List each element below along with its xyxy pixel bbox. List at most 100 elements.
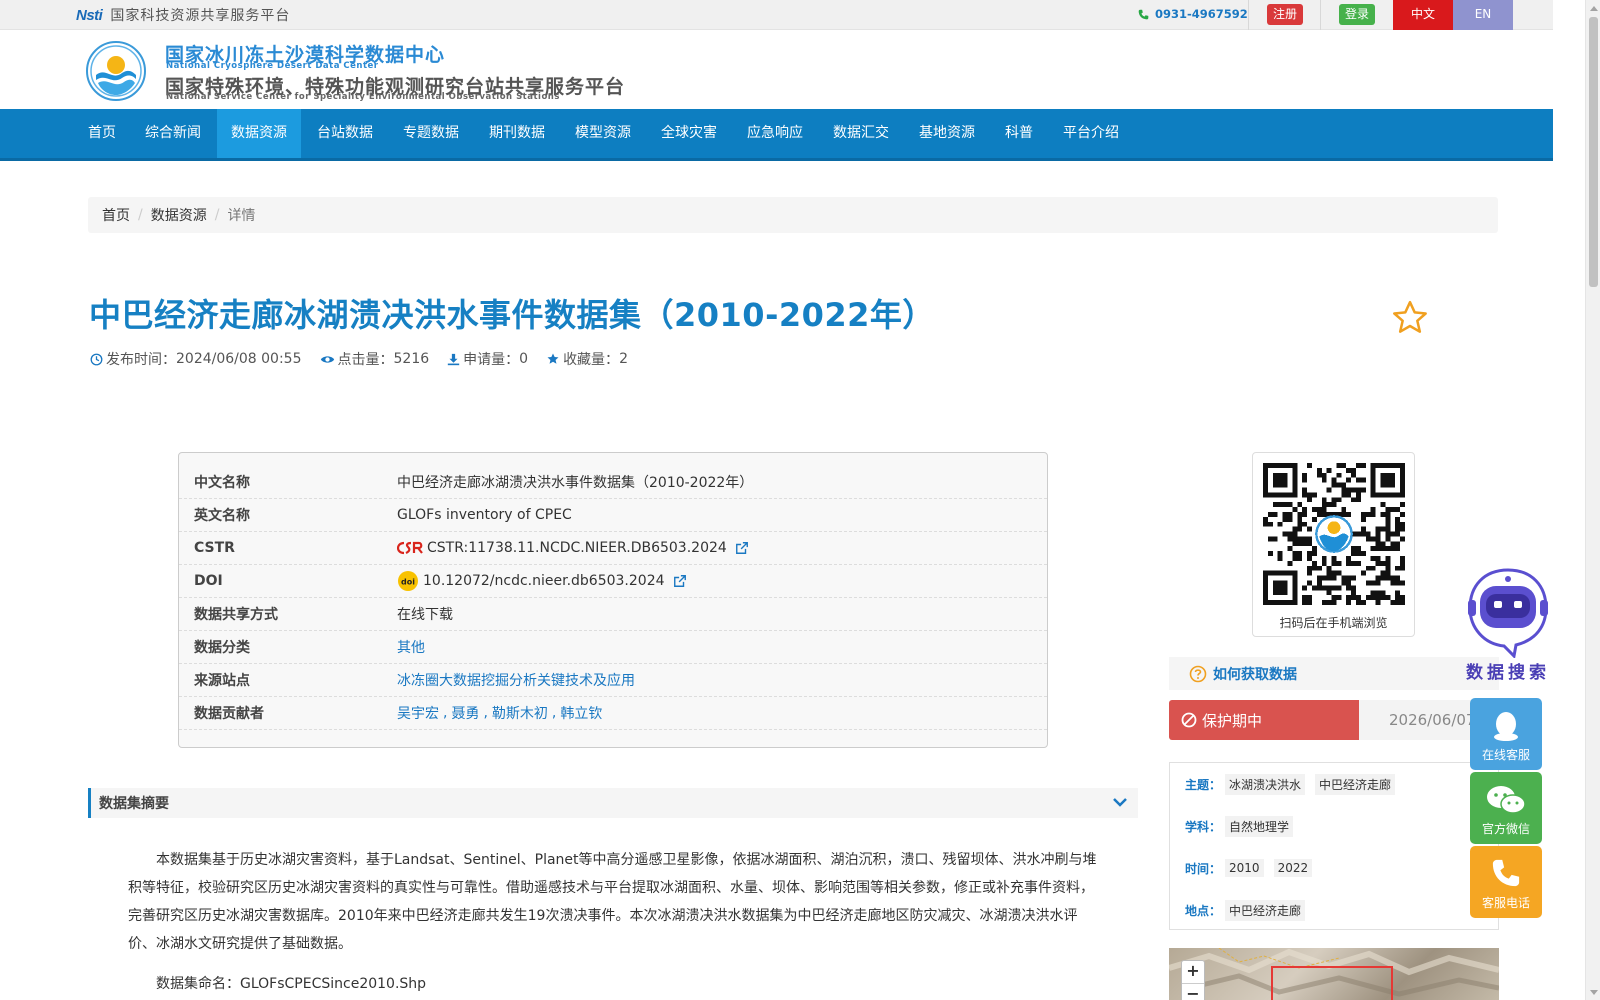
protection-status-badge: 保护期中 xyxy=(1169,700,1359,740)
register-button[interactable]: 注册 xyxy=(1267,4,1303,25)
zoom-in-button[interactable]: + xyxy=(1182,961,1204,983)
protection-status-label: 保护期中 xyxy=(1202,711,1263,730)
site-title-en: National Cryosphere Desert Data Center xyxy=(166,61,379,71)
coverage-map[interactable]: + − xyxy=(1169,948,1499,1000)
hotline-number: 0931-4967592 xyxy=(1155,7,1248,21)
views-value: 5216 xyxy=(393,351,430,367)
nav-item-thematic-data[interactable]: 专题数据 xyxy=(389,109,473,158)
abstract-text: 本数据集基于历史冰湖灾害资料，基于Landsat、Sentinel、Planet… xyxy=(128,852,1097,952)
robot-icon xyxy=(1468,568,1548,660)
info-key: 数据贡献者 xyxy=(194,706,264,722)
how-to-get-data-label: 如何获取数据 xyxy=(1213,666,1297,683)
doi-value: 10.12072/ncdc.nieer.db6503.2024 xyxy=(423,573,665,589)
requests-label: 申请量： xyxy=(463,352,520,368)
abstract-heading: 数据集摘要 xyxy=(99,796,169,812)
scroll-up-arrow-icon[interactable] xyxy=(1586,0,1600,15)
tag-chip[interactable]: 2010 xyxy=(1225,859,1264,877)
qr-code-panel: 扫码后在手机端浏览 xyxy=(1252,452,1415,637)
contributor-separator: , xyxy=(483,705,488,721)
info-value: 吴宇宏 , 聂勇 , 勒斯木初 , 韩立钦 xyxy=(397,703,602,723)
nav-item-station-data[interactable]: 台站数据 xyxy=(303,109,387,158)
abstract-section-header[interactable]: 数据集摘要 xyxy=(88,788,1138,818)
tag-chip[interactable]: 冰湖溃决洪水 xyxy=(1225,773,1306,795)
site-header: 国家冰川冻土沙漠科学数据中心 National Cryosphere Deser… xyxy=(0,30,1553,109)
divider xyxy=(1320,0,1321,30)
map-zoom-control: + − xyxy=(1181,960,1205,1000)
external-link-icon[interactable] xyxy=(673,574,687,588)
data-search-label: 数据搜索 xyxy=(1466,663,1550,683)
login-button[interactable]: 登录 xyxy=(1339,4,1375,25)
platform-name: 国家科技资源共享服务平台 xyxy=(110,8,291,24)
nav-item-model-resources[interactable]: 模型资源 xyxy=(561,109,645,158)
lang-en-button[interactable]: EN xyxy=(1453,0,1513,30)
vertical-scrollbar[interactable] xyxy=(1585,0,1600,1000)
lang-zh-button[interactable]: 中文 xyxy=(1393,0,1453,30)
tag-chip[interactable]: 自然地理学 xyxy=(1225,815,1294,837)
nav-item-global-disasters[interactable]: 全球灾害 xyxy=(647,109,731,158)
how-to-get-data-link[interactable]: 如何获取数据 xyxy=(1169,657,1499,690)
site-emblem-logo[interactable] xyxy=(86,41,146,101)
info-row-sharing: 数据共享方式 在线下载 xyxy=(179,598,1047,631)
zoom-out-button[interactable]: − xyxy=(1182,983,1204,1000)
dataset-filename: 数据集命名：GLOFsCPECSince2010.Shp xyxy=(156,976,427,992)
nav-item-journal-data[interactable]: 期刊数据 xyxy=(475,109,559,158)
customer-phone-label: 客服电话 xyxy=(1481,896,1530,910)
view-count: 点击量： 5216 xyxy=(320,349,430,369)
contributor-link[interactable]: 勒斯木初 xyxy=(492,703,548,723)
breadcrumb-home[interactable]: 首页 xyxy=(102,205,130,225)
publish-value: 2024/06/08 00:55 xyxy=(176,351,302,367)
tag-row-topic: 主题： 冰湖溃决洪水 中巴经济走廊 xyxy=(1185,763,1405,805)
tag-chip[interactable]: 中巴经济走廊 xyxy=(1315,773,1396,795)
tag-row-discipline: 学科： 自然地理学 xyxy=(1185,805,1303,847)
tag-chip[interactable]: 2022 xyxy=(1273,859,1313,877)
nav-item-data-submission[interactable]: 数据汇交 xyxy=(819,109,903,158)
chevron-down-icon[interactable] xyxy=(1112,795,1128,809)
doi-logo-icon: doi xyxy=(398,571,418,591)
publish-time: 发布时间： 2024/06/08 00:55 xyxy=(90,349,302,369)
official-wechat-label: 官方微信 xyxy=(1481,822,1530,836)
contributor-link[interactable]: 韩立钦 xyxy=(560,703,602,723)
scrollbar-thumb[interactable] xyxy=(1589,17,1598,287)
nav-item-emergency[interactable]: 应急响应 xyxy=(733,109,817,158)
qr-code-image xyxy=(1263,463,1405,605)
info-value: GLOFs inventory of CPEC xyxy=(397,507,572,523)
nav-item-popular-science[interactable]: 科普 xyxy=(991,109,1047,158)
cstr-logo-icon xyxy=(397,541,423,555)
nav-item-base-resources[interactable]: 基地资源 xyxy=(905,109,989,158)
official-wechat-button[interactable]: 官方微信 xyxy=(1470,772,1542,844)
tag-row-place: 地点： 中巴经济走廊 xyxy=(1185,889,1315,931)
nav-item-about[interactable]: 平台介绍 xyxy=(1049,109,1133,158)
scroll-down-arrow-icon[interactable] xyxy=(1586,985,1600,1000)
nav-item-news[interactable]: 综合新闻 xyxy=(131,109,215,158)
contributor-link[interactable]: 聂勇 xyxy=(451,703,479,723)
external-link-icon[interactable] xyxy=(735,541,749,555)
nsti-logo[interactable]: Nsti 国家科技资源共享服务平台 xyxy=(76,5,290,25)
cstr-value: CSTR:11738.11.NCDC.NIEER.DB6503.2024 xyxy=(427,540,727,556)
source-station-link[interactable]: 冰冻圈大数据挖掘分析关键技术及应用 xyxy=(397,670,635,690)
customer-phone-button[interactable]: 客服电话 xyxy=(1470,846,1542,918)
eye-icon xyxy=(320,355,334,363)
contributor-link[interactable]: 吴宇宏 xyxy=(397,703,439,723)
online-support-label: 在线客服 xyxy=(1481,748,1530,762)
nav-item-home[interactable]: 首页 xyxy=(74,109,130,158)
views-label: 点击量： xyxy=(337,352,394,368)
online-support-button[interactable]: 在线客服 xyxy=(1470,698,1542,770)
info-key: 来源站点 xyxy=(194,673,250,689)
qr-caption: 扫码后在手机端浏览 xyxy=(1279,616,1388,630)
favorite-count: 收藏量： 2 xyxy=(546,349,628,369)
favorites-label: 收藏量： xyxy=(563,352,620,368)
info-value: 在线下载 xyxy=(397,607,453,623)
top-utility-bar: Nsti 国家科技资源共享服务平台 0931-4967592 注册 登录 中文 … xyxy=(0,0,1553,30)
info-key: 数据分类 xyxy=(194,640,250,656)
nav-item-data-resources[interactable]: 数据资源 xyxy=(217,109,301,158)
contributor-separator: , xyxy=(443,705,448,721)
nsti-logo-mark: Nsti xyxy=(76,6,103,24)
data-search-robot-button[interactable]: 数据搜索 xyxy=(1458,566,1558,683)
info-value: 中巴经济走廊冰湖溃决洪水事件数据集（2010-2022年） xyxy=(397,475,754,491)
tag-chip[interactable]: 中巴经济走廊 xyxy=(1225,899,1306,921)
info-key: 数据共享方式 xyxy=(194,607,278,623)
main-nav: 首页 综合新闻 数据资源 台站数据 专题数据 期刊数据 模型资源 全球灾害 应急… xyxy=(0,109,1553,161)
category-link[interactable]: 其他 xyxy=(397,637,425,657)
favorite-star-button[interactable] xyxy=(1390,298,1430,338)
breadcrumb-data-resources[interactable]: 数据资源 xyxy=(151,205,207,225)
